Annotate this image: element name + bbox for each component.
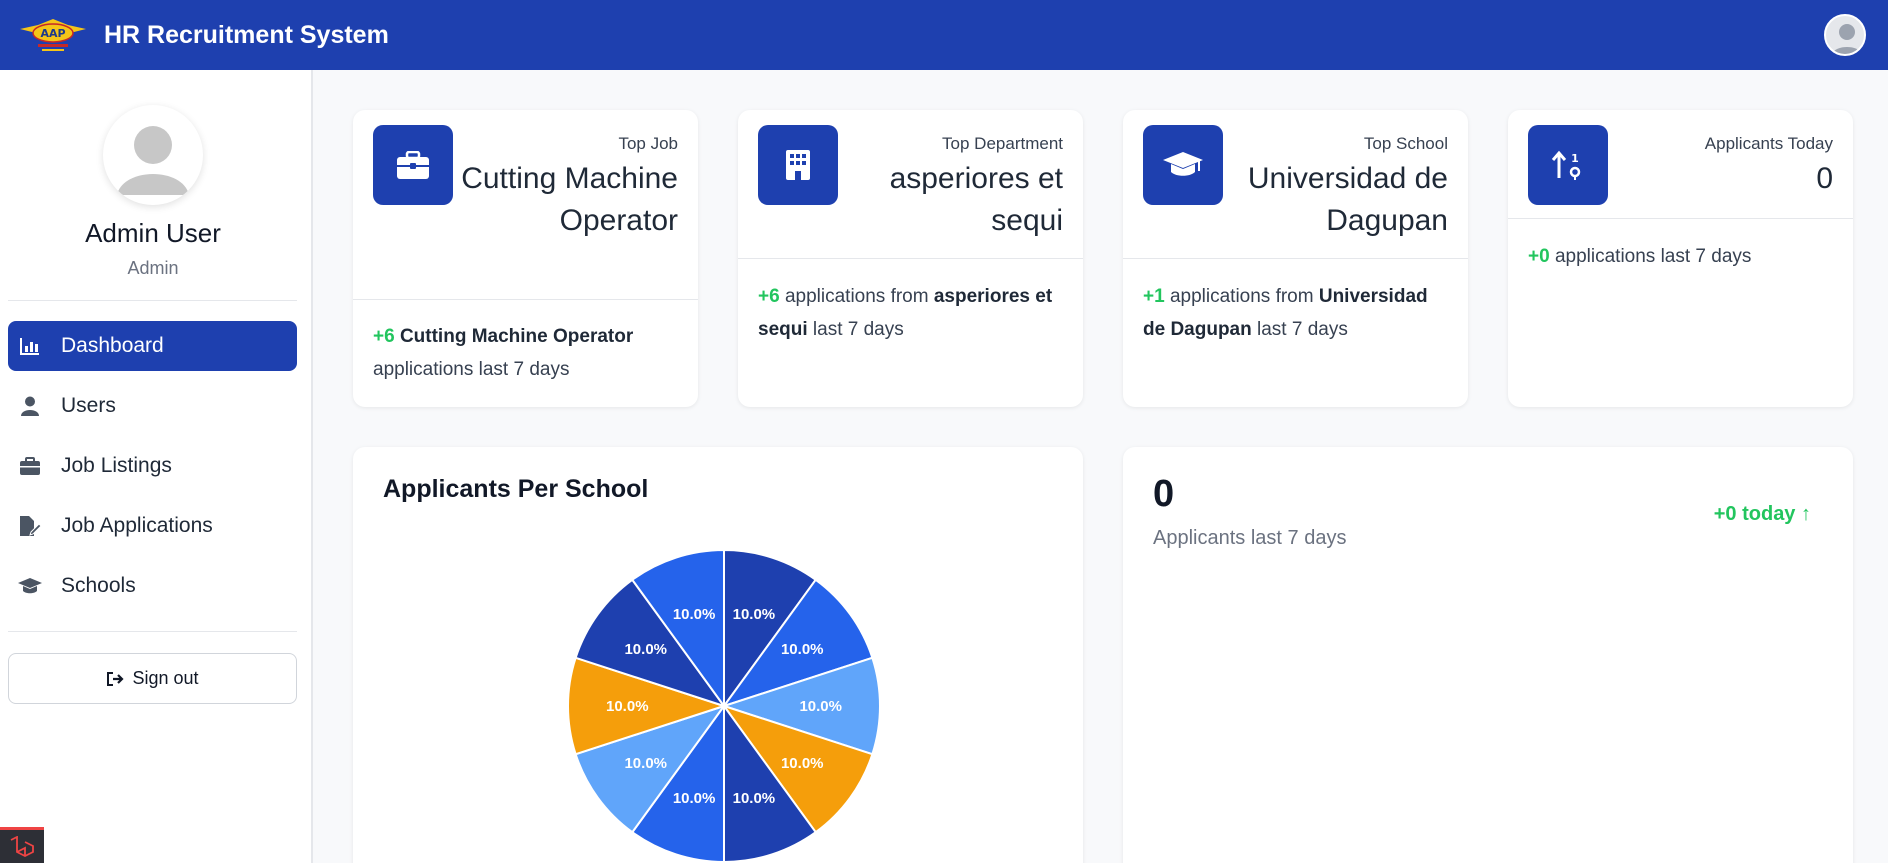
user-menu-avatar[interactable] bbox=[1824, 14, 1866, 56]
sidebar-item-label: Users bbox=[61, 394, 116, 417]
stat-value: 0 bbox=[1816, 162, 1833, 195]
pie-slice-label: 10.0% bbox=[781, 755, 824, 772]
weekly-caption: Applicants last 7 days bbox=[1153, 527, 1347, 549]
pie-slice-label: 10.0% bbox=[799, 698, 842, 715]
graduation-cap-icon bbox=[17, 575, 43, 597]
chart-bar-icon bbox=[17, 335, 43, 357]
stat-value: Cutting Machine Operator bbox=[461, 162, 678, 237]
stat-value: asperiores et sequi bbox=[889, 162, 1063, 237]
stat-delta: +0 bbox=[1528, 246, 1550, 267]
sidebar: Admin User Admin Dashboard Users Job Lis… bbox=[0, 70, 313, 863]
sidebar-item-label: Dashboard bbox=[61, 334, 164, 357]
profile-name: Admin User bbox=[85, 218, 221, 248]
profile-role: Admin bbox=[127, 258, 179, 278]
stat-label: Top School bbox=[1363, 134, 1448, 153]
weekly-count: 0 bbox=[1153, 473, 1175, 515]
stat-footer: +1 applications from Universidad de Dagu… bbox=[1143, 280, 1448, 346]
pie-slice-label: 10.0% bbox=[624, 755, 667, 772]
stat-footer: +6 Cutting Machine Operator applications… bbox=[373, 320, 678, 386]
file-edit-icon bbox=[17, 515, 43, 537]
stat-foot-text: last 7 days bbox=[812, 319, 904, 340]
building-icon bbox=[758, 125, 838, 205]
applicants-per-school-card: Applicants Per School 10.0% 10.0% 10.0% 10.… bbox=[353, 447, 1083, 863]
briefcase-icon bbox=[17, 455, 43, 477]
sidebar-item-users[interactable]: Users bbox=[8, 381, 297, 431]
stat-foot-name: Cutting Machine Operator bbox=[399, 326, 634, 347]
profile-avatar bbox=[103, 105, 203, 205]
stat-footer: +6 applications from asperiores et sequi… bbox=[758, 280, 1063, 346]
stat-value: Universidad de Dagupan bbox=[1247, 162, 1448, 237]
stat-label: Top Department bbox=[942, 134, 1063, 153]
stat-delta: +1 bbox=[1143, 286, 1165, 307]
card-divider bbox=[1508, 218, 1853, 219]
stat-foot-text: applications from bbox=[1169, 286, 1314, 307]
pie-slice-label: 10.0% bbox=[781, 641, 824, 658]
card-divider bbox=[1123, 258, 1468, 259]
sidebar-item-label: Job Listings bbox=[61, 454, 172, 477]
stat-label: Applicants Today bbox=[1704, 134, 1833, 153]
sidebar-item-label: Schools bbox=[61, 574, 136, 597]
pie-slice-label: 10.0% bbox=[624, 641, 667, 658]
pie-slice-label: 10.0% bbox=[733, 790, 776, 807]
laravel-debug-icon[interactable] bbox=[0, 827, 44, 863]
top-job-card: Top Job Cutting Machine Operator +6 Cutt… bbox=[353, 110, 698, 407]
card-divider bbox=[353, 299, 698, 300]
sign-out-label: Sign out bbox=[132, 668, 199, 688]
stat-label: Top Job bbox=[618, 134, 678, 153]
stat-delta: +6 bbox=[373, 326, 395, 347]
sidebar-item-schools[interactable]: Schools bbox=[8, 561, 297, 611]
weekly-applicants-card: 0 Applicants last 7 days +0 today ↑ bbox=[1123, 447, 1853, 863]
sidebar-item-label: Job Applications bbox=[61, 514, 213, 537]
sidebar-item-job-applications[interactable]: Job Applications bbox=[8, 501, 297, 551]
top-navbar: AAP HR Recruitment System bbox=[0, 0, 1888, 70]
pie-slice-label: 10.0% bbox=[673, 606, 716, 623]
pie-slice-label: 10.0% bbox=[673, 790, 716, 807]
applicants-today-card: 1 Applicants Today 0 +0 applications las… bbox=[1508, 110, 1853, 407]
sidebar-divider bbox=[8, 631, 297, 632]
pie-slice-label: 10.0% bbox=[606, 698, 649, 715]
top-department-card: Top Department asperiores et sequi +6 ap… bbox=[738, 110, 1083, 407]
app-title: HR Recruitment System bbox=[104, 20, 389, 49]
stat-foot-text: applications last 7 days bbox=[1554, 246, 1752, 267]
graduation-cap-icon bbox=[1143, 125, 1223, 205]
pie-chart: 10.0% 10.0% 10.0% 10.0% 10.0% 10.0% 10.0% 10.0%… bbox=[567, 548, 881, 863]
sign-out-icon bbox=[106, 671, 125, 687]
svg-text:1: 1 bbox=[1571, 152, 1579, 165]
stat-foot-text: last 7 days bbox=[1257, 319, 1348, 340]
stat-foot-text: applications last 7 days bbox=[373, 359, 570, 380]
card-divider bbox=[738, 258, 1083, 259]
sidebar-item-dashboard[interactable]: Dashboard bbox=[8, 321, 297, 371]
today-delta: +0 today ↑ bbox=[1713, 503, 1811, 525]
sidebar-divider bbox=[8, 300, 297, 301]
sign-out-button[interactable]: Sign out bbox=[8, 653, 297, 704]
stat-delta: +6 bbox=[758, 286, 780, 307]
pie-slice-label: 10.0% bbox=[733, 606, 776, 623]
top-school-card: Top School Universidad de Dagupan +1 app… bbox=[1123, 110, 1468, 407]
briefcase-icon bbox=[373, 125, 453, 205]
user-icon bbox=[17, 395, 43, 417]
sort-arrows-icon: 1 bbox=[1528, 125, 1608, 205]
svg-text:AAP: AAP bbox=[40, 27, 65, 40]
stat-foot-text: applications from bbox=[784, 286, 929, 307]
company-logo[interactable]: AAP bbox=[18, 15, 88, 55]
sidebar-item-job-listings[interactable]: Job Listings bbox=[8, 441, 297, 491]
stat-footer: +0 applications last 7 days bbox=[1528, 240, 1833, 273]
